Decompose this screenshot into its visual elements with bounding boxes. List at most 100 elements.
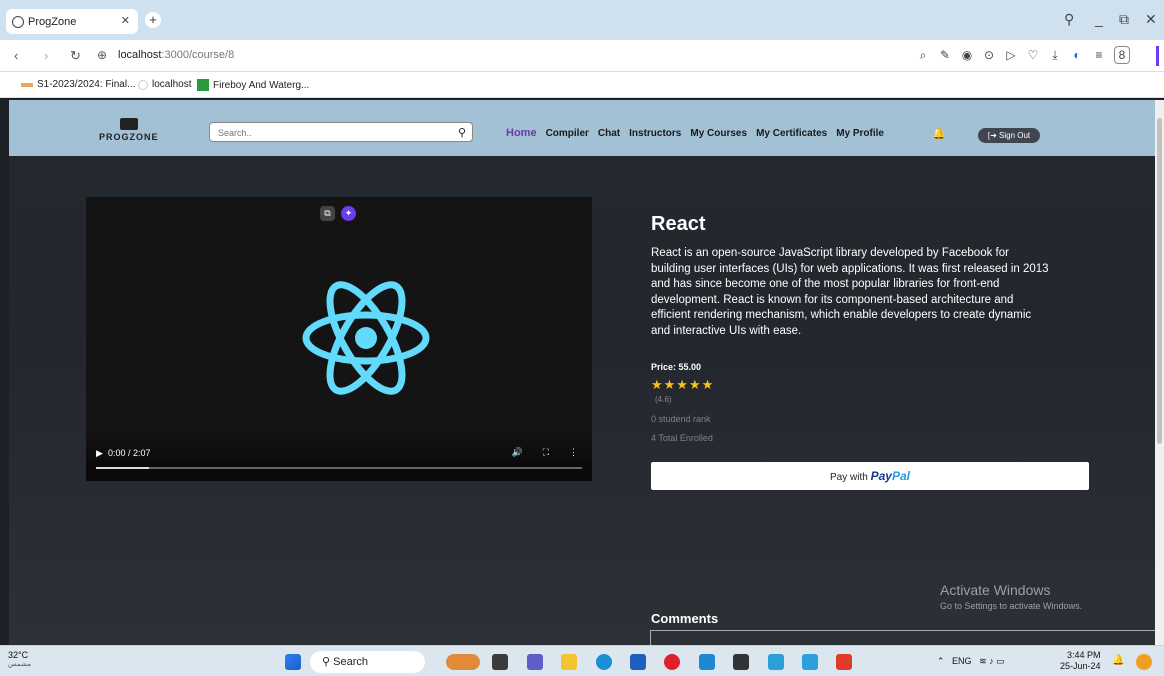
volume-icon[interactable]: 🔊 [511,447,522,458]
video-right-controls: 🔊 ⛶ ⋮ [511,447,578,458]
total-enrolled: 4 Total Enrolled [651,433,713,443]
bell-icon[interactable]: 🔔 [932,127,946,140]
comments-heading: Comments [651,611,719,626]
ai-assistant-icon[interactable]: ✦ [341,206,356,221]
restore-icon[interactable]: ⧉ [1119,11,1129,28]
rating-stars: ★★★★★ [651,377,715,392]
play-icon[interactable]: ▶ [96,448,103,458]
bookmark-localhost[interactable]: localhost [138,79,191,90]
taskbar-search[interactable]: ⚲ Search [310,651,425,673]
vscode-icon[interactable] [699,654,715,670]
paypal-button[interactable]: Pay with PayPal [651,462,1089,490]
video-progress-fill [96,467,150,469]
task-view-icon[interactable] [492,654,508,670]
search-input[interactable] [210,124,440,142]
speaker-icon: ♪ [989,656,994,666]
more-options-icon[interactable]: ⋮ [569,447,578,458]
system-tray[interactable]: ⌃ ENG ≋ ♪ ▭ [937,656,1005,667]
picture-in-picture-icon[interactable]: ⧉ [320,206,335,221]
paypal-logo: PayPal [870,469,910,483]
widget-icon[interactable] [446,654,480,670]
opera-icon[interactable] [664,654,680,670]
search-icon[interactable]: ⚲ [458,126,466,139]
video-progress-bar[interactable] [96,467,582,469]
fullscreen-icon[interactable]: ⛶ [543,447,549,458]
student-rank: 0 studend rank [651,414,711,424]
site-search: ⚲ [209,122,473,142]
teams-icon[interactable] [527,654,543,670]
wps-office-icon[interactable] [836,654,852,670]
course-info: React React is an open-source JavaScript… [651,213,1051,339]
game-icon [197,79,209,91]
store-icon[interactable] [630,654,646,670]
find-icon[interactable]: ⌕ [915,48,931,63]
windows-taskbar: 32°C مشمس ⚲ Search ⌃ ENG ≋ ♪ ▭ 3:44 PM 2… [0,645,1164,676]
sign-out-button[interactable]: [➜ Sign Out [978,128,1040,143]
heart-icon[interactable]: ♡ [1025,48,1041,62]
url-host: localhost [118,49,162,61]
new-tab-button[interactable]: + [145,12,161,28]
comment-input[interactable] [650,630,1155,645]
search-tabs-icon[interactable]: ⚲ [1064,11,1074,28]
nav-my-certificates[interactable]: My Certificates [756,128,827,139]
wifi-icon: ≋ [979,656,987,666]
course-title: React [651,213,706,235]
battery-icon: ▭ [996,656,1005,666]
camera-icon[interactable]: ◉ [959,48,975,62]
profile-icon[interactable]: 8 [1114,46,1130,64]
globe-icon [138,79,148,90]
minimize-icon[interactable]: _ [1095,11,1103,27]
browser-tab-bar: ProgZone ✕ + ⚲ _ ⧉ ✕ [0,0,1164,40]
nav-home[interactable]: Home [506,127,537,139]
phone-link-icon[interactable] [768,654,784,670]
sidebar-indicator [1156,46,1159,66]
course-price: Price: 55.00 [651,362,702,372]
site-info-icon[interactable]: ⊕ [97,48,107,62]
scrollbar-thumb[interactable] [1157,118,1162,444]
shield-icon[interactable]: ⊙ [981,48,997,62]
close-tab-icon[interactable]: ✕ [121,14,130,27]
bookmark-fireboy[interactable]: Fireboy And Waterg... [197,79,309,91]
forward-icon[interactable]: › [44,48,48,63]
send-icon[interactable]: ▷ [1003,48,1019,62]
taskbar-clock[interactable]: 3:44 PM 25-Jun-24 [1060,650,1101,672]
browser-tab[interactable]: ProgZone ✕ [6,9,138,34]
moodle-icon [21,82,33,87]
windows-start-icon[interactable] [285,654,301,670]
activate-windows-watermark: Activate Windows Go to Settings to activ… [940,582,1083,611]
notification-bell-icon[interactable]: 🔔 [1112,655,1124,666]
site-logo[interactable]: PROGZONE [99,118,159,142]
nav-chat[interactable]: Chat [598,128,620,139]
reload-icon[interactable]: ↻ [70,48,81,64]
video-controls: ▶ 0:00 / 2:07 🔊 ⛶ ⋮ [86,427,592,481]
video-overlay-buttons: ⧉ ✦ [320,206,356,221]
copilot-icon[interactable] [1136,654,1152,670]
edge-icon[interactable] [596,654,612,670]
file-explorer-icon[interactable] [561,654,577,670]
nav-my-profile[interactable]: My Profile [836,128,884,139]
weather-widget[interactable]: 32°C مشمس [8,650,31,668]
url-field[interactable]: localhost:3000/course/8 [118,49,234,61]
main-nav: Home Compiler Chat Instructors My Course… [506,127,884,139]
rating-value: (4.6) [655,395,672,404]
nav-compiler[interactable]: Compiler [546,128,589,139]
bookmark-moodle[interactable]: S1-2023/2024: Final... [21,79,135,90]
terminal-icon[interactable] [733,654,749,670]
back-icon[interactable]: ‹ [14,48,18,63]
nav-my-courses[interactable]: My Courses [690,128,747,139]
edit-icon[interactable]: ✎ [937,48,953,62]
react-logo-icon [302,281,430,395]
close-window-icon[interactable]: ✕ [1145,11,1157,28]
bookmarks-bar: S1-2023/2024: Final... localhost Fireboy… [0,72,1164,98]
download-icon[interactable]: ⤓ [1047,48,1063,63]
page-scrollbar[interactable] [1155,100,1164,645]
page-viewport: PROGZONE ⚲ Home Compiler Chat Instructor… [9,100,1155,645]
photos-icon[interactable] [802,654,818,670]
video-time: ▶ 0:00 / 2:07 [96,448,151,458]
toggle-icon[interactable]: ◐ [1069,48,1085,62]
nav-instructors[interactable]: Instructors [629,128,681,139]
tab-title: ProgZone [28,15,77,28]
menu-icon[interactable]: ≡ [1091,48,1107,62]
video-player[interactable]: ⧉ ✦ ▶ 0:00 / 2:07 🔊 ⛶ ⋮ [86,197,592,481]
address-bar: ‹ › ↻ ⊕ localhost:3000/course/8 ⌕ ✎ ◉ ⊙ … [0,40,1164,72]
